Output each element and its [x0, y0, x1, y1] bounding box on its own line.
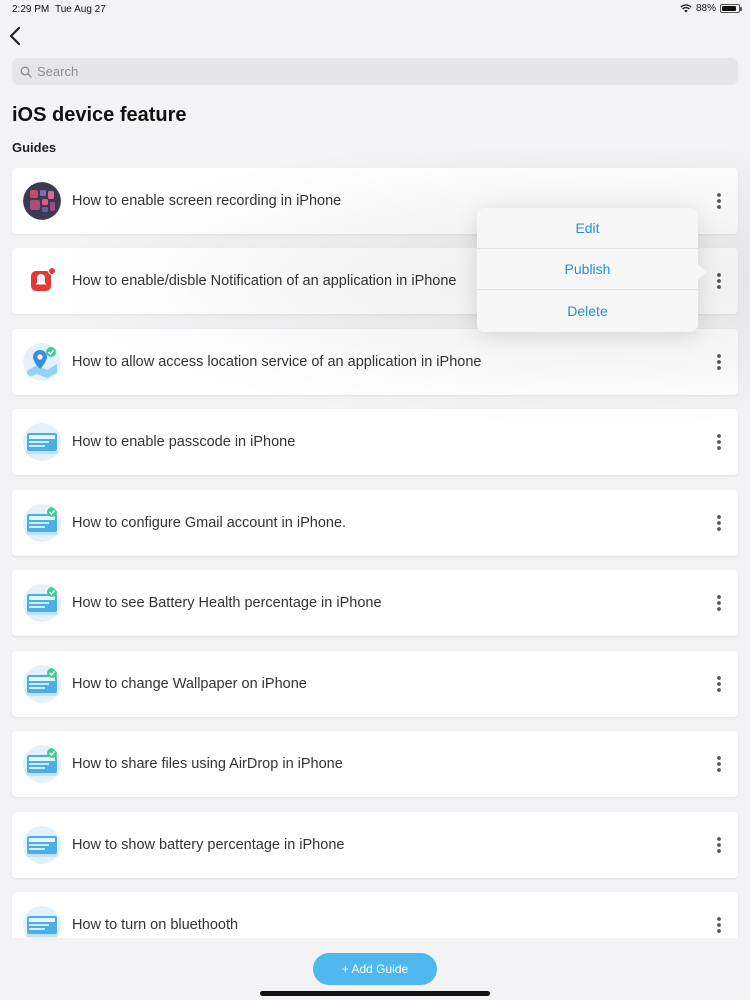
guide-thumb [23, 423, 61, 461]
battery-icon [720, 4, 742, 13]
guide-title: How to enable passcode in iPhone [72, 434, 296, 450]
search-input[interactable] [37, 64, 717, 79]
guide-check-thumb [23, 584, 61, 622]
status-date: Tue Aug 27 [55, 4, 106, 15]
options-popover: Edit Publish Delete [477, 208, 706, 332]
wifi-icon [680, 4, 692, 13]
guide-card[interactable]: How to configure Gmail account in iPhone… [12, 490, 738, 556]
menu-item-edit[interactable]: Edit [477, 208, 698, 249]
more-options-button[interactable] [712, 915, 726, 935]
more-options-button[interactable] [712, 754, 726, 774]
more-vertical-icon [717, 434, 721, 450]
more-vertical-icon [717, 595, 721, 611]
menu-item-delete[interactable]: Delete [477, 290, 698, 331]
back-button[interactable] [6, 24, 26, 48]
more-options-button[interactable] [712, 191, 726, 211]
notification-thumb [23, 262, 61, 300]
guide-title: How to see Battery Health percentage in … [72, 595, 382, 611]
status-time: 2:29 PM [12, 4, 50, 15]
guide-card[interactable]: How to share files using AirDrop in iPho… [12, 731, 738, 797]
more-vertical-icon [717, 676, 721, 692]
status-bar: 2:29 PM Tue Aug 27 88% [0, 0, 750, 18]
guide-card[interactable]: How to change Wallpaper on iPhone [12, 651, 738, 717]
more-options-button[interactable] [712, 432, 726, 452]
add-guide-button[interactable]: + Add Guide [313, 953, 437, 985]
more-vertical-icon [717, 917, 721, 933]
more-options-button[interactable] [712, 352, 726, 372]
guide-title: How to share files using AirDrop in iPho… [72, 756, 343, 772]
guide-card[interactable]: How to show battery percentage in iPhone [12, 812, 738, 878]
guide-title: How to configure Gmail account in iPhone… [72, 515, 347, 531]
section-label-guides: Guides [12, 140, 57, 155]
guide-title: How to show battery percentage in iPhone [72, 837, 345, 853]
more-vertical-icon [717, 273, 721, 289]
guide-thumb [23, 826, 61, 864]
guide-card[interactable]: How to see Battery Health percentage in … [12, 570, 738, 636]
more-vertical-icon [717, 354, 721, 370]
more-vertical-icon [717, 756, 721, 772]
more-vertical-icon [717, 193, 721, 209]
more-options-button[interactable] [712, 513, 726, 533]
screen-recording-thumb [23, 182, 61, 220]
guide-check-thumb [23, 504, 61, 542]
guide-card[interactable]: How to allow access location service of … [12, 329, 738, 395]
guide-check-thumb [23, 665, 61, 703]
search-icon [20, 66, 32, 78]
more-vertical-icon [717, 837, 721, 853]
more-options-button[interactable] [712, 674, 726, 694]
guide-title: How to change Wallpaper on iPhone [72, 676, 307, 692]
home-indicator [260, 991, 490, 996]
more-vertical-icon [717, 515, 721, 531]
status-right: 88% [680, 3, 742, 14]
guide-card[interactable]: How to enable passcode in iPhone [12, 409, 738, 475]
location-thumb [23, 343, 61, 381]
guide-check-thumb [23, 745, 61, 783]
menu-item-publish[interactable]: Publish [477, 249, 698, 290]
chevron-left-icon [9, 26, 21, 46]
more-options-button[interactable] [712, 835, 726, 855]
battery-fill [722, 6, 737, 11]
battery-percent: 88% [695, 3, 716, 14]
search-bar[interactable] [12, 58, 738, 85]
more-options-button[interactable] [712, 271, 726, 291]
guide-title: How to enable/disble Notification of an … [72, 273, 457, 289]
guide-title: How to turn on bluethooth [72, 917, 239, 933]
page-title: iOS device feature [12, 104, 187, 126]
guide-title: How to allow access location service of … [72, 354, 482, 370]
guide-title: How to enable screen recording in iPhone [72, 193, 342, 209]
more-options-button[interactable] [712, 593, 726, 613]
